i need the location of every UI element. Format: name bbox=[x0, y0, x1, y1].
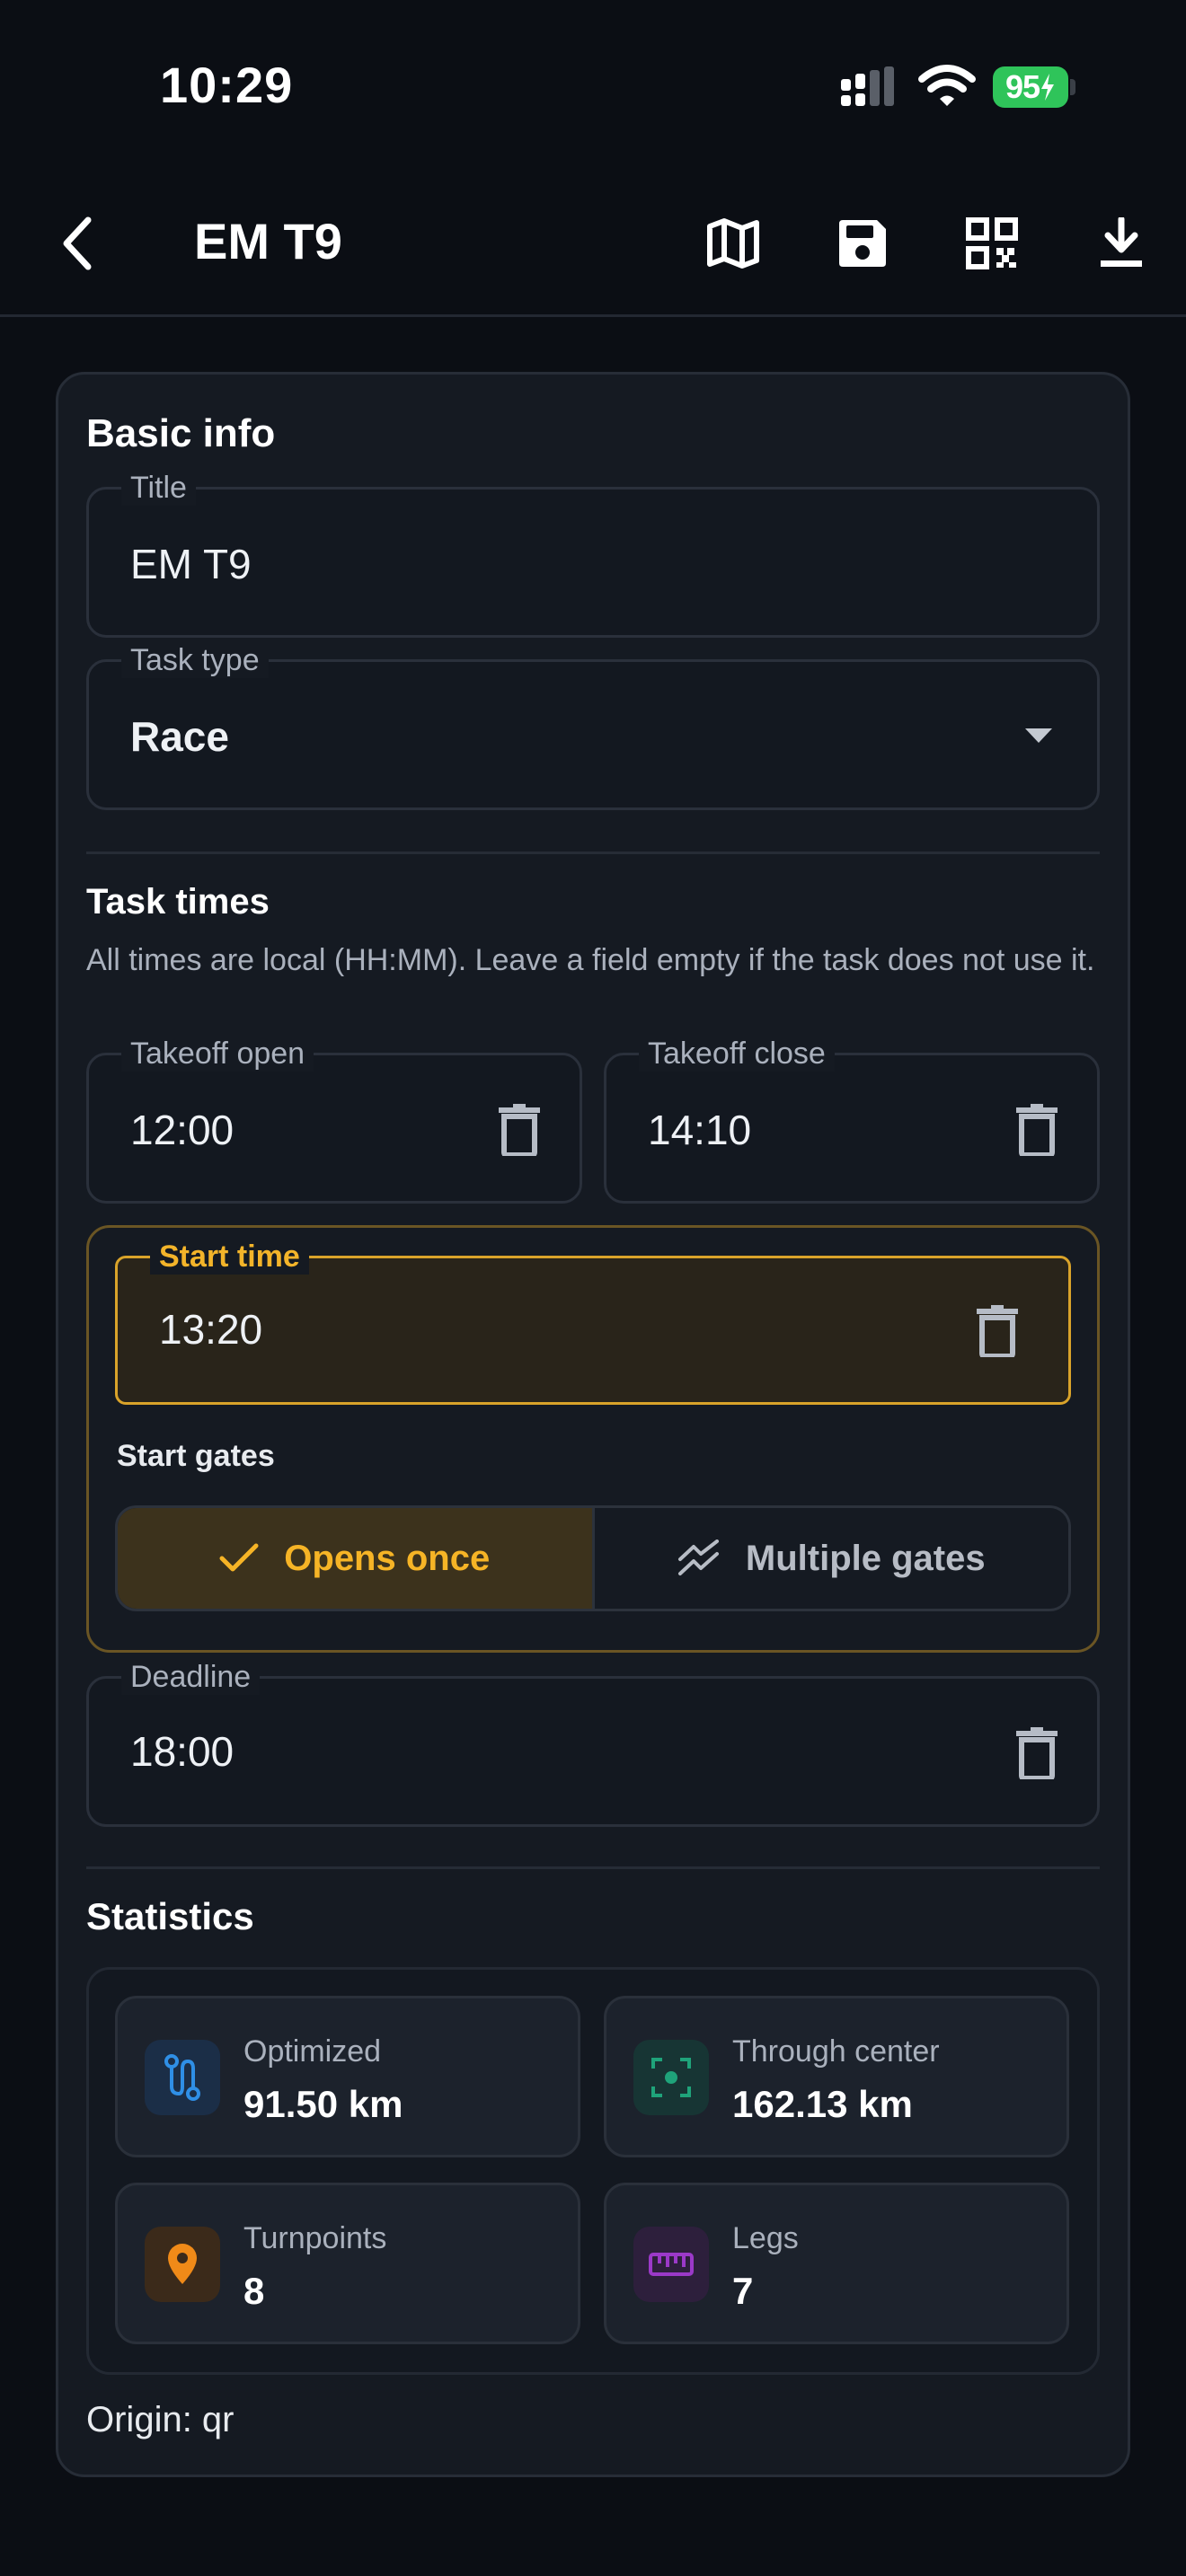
origin-text: Origin: qr bbox=[86, 2400, 235, 2439]
stat-legs: Legs 7 bbox=[604, 2183, 1069, 2344]
task-times-heading: Task times bbox=[86, 882, 270, 922]
stat-through-center-label: Through center bbox=[732, 2034, 940, 2069]
takeoff-close-value: 14:10 bbox=[648, 1107, 752, 1153]
deadline-label: Deadline bbox=[121, 1659, 261, 1695]
page-title: EM T9 bbox=[194, 213, 342, 269]
clear-start-time-trash-icon[interactable] bbox=[975, 1305, 1020, 1357]
start-time-label: Start time bbox=[150, 1239, 309, 1275]
opens-once-option[interactable]: Opens once bbox=[118, 1508, 595, 1609]
takeoff-close-label: Takeoff close bbox=[639, 1036, 835, 1072]
back-arrow-icon bbox=[63, 216, 92, 270]
stat-through-center: Through center 162.13 km bbox=[604, 1996, 1069, 2157]
takeoff-open-label: Takeoff open bbox=[121, 1036, 314, 1072]
task-type-label: Task type bbox=[121, 642, 269, 678]
deadline-value: 18:00 bbox=[130, 1728, 235, 1775]
appbar-divider bbox=[0, 314, 1186, 317]
map-button[interactable] bbox=[701, 212, 766, 275]
start-time-field[interactable]: Start time 13:20 bbox=[115, 1239, 1071, 1405]
battery-level: 95 bbox=[1005, 68, 1040, 105]
title-field-label: Title bbox=[121, 470, 196, 506]
check-icon bbox=[219, 1543, 259, 1572]
statistics-heading: Statistics bbox=[86, 1895, 254, 1937]
qr-code-button[interactable] bbox=[960, 212, 1024, 275]
route-icon bbox=[145, 2040, 220, 2115]
ruler-icon bbox=[633, 2227, 709, 2302]
map-icon bbox=[707, 218, 759, 269]
status-time: 10:29 bbox=[160, 57, 294, 113]
battery-indicator: 95 bbox=[993, 66, 1068, 108]
start-gates-label: Start gates bbox=[117, 1439, 275, 1473]
stat-optimized-value: 91.50 km bbox=[243, 2083, 403, 2125]
section-divider bbox=[86, 1866, 1100, 1869]
stat-turnpoints-value: 8 bbox=[243, 2270, 265, 2312]
stat-legs-label: Legs bbox=[732, 2221, 799, 2255]
start-time-value: 13:20 bbox=[159, 1306, 263, 1353]
basic-info-heading: Basic info bbox=[86, 411, 276, 455]
multiple-gates-option[interactable]: Multiple gates bbox=[594, 1508, 1068, 1609]
save-button[interactable] bbox=[830, 212, 895, 275]
start-gates-toggle: Opens once Multiple gates bbox=[115, 1505, 1071, 1611]
section-divider bbox=[86, 851, 1100, 854]
deadline-field[interactable]: Deadline 18:00 bbox=[86, 1659, 1100, 1827]
dropdown-arrow-icon bbox=[1025, 728, 1052, 743]
task-type-value: Race bbox=[130, 713, 229, 760]
clear-deadline-trash-icon[interactable] bbox=[1014, 1727, 1059, 1779]
back-button[interactable] bbox=[50, 212, 104, 275]
clear-takeoff-open-trash-icon[interactable] bbox=[497, 1104, 542, 1156]
title-field-value: EM T9 bbox=[130, 541, 252, 587]
download-icon bbox=[1101, 217, 1142, 267]
download-button[interactable] bbox=[1089, 212, 1154, 275]
takeoff-close-field[interactable]: Takeoff close 14:10 bbox=[604, 1036, 1100, 1204]
title-field[interactable]: Title EM T9 bbox=[86, 470, 1100, 638]
multiline-chart-icon bbox=[677, 1539, 719, 1575]
stat-legs-value: 7 bbox=[732, 2270, 754, 2312]
battery-cap bbox=[1070, 79, 1075, 95]
takeoff-open-value: 12:00 bbox=[130, 1107, 235, 1153]
save-icon bbox=[839, 220, 886, 267]
stat-turnpoints: Turnpoints 8 bbox=[115, 2183, 580, 2344]
clear-takeoff-close-trash-icon[interactable] bbox=[1014, 1104, 1059, 1156]
center-focus-icon bbox=[633, 2040, 709, 2115]
task-type-select[interactable]: Task type Race bbox=[86, 642, 1100, 810]
qr-code-icon bbox=[966, 217, 1018, 269]
stat-optimized: Optimized 91.50 km bbox=[115, 1996, 580, 2157]
wifi-icon bbox=[918, 63, 976, 108]
opens-once-label: Opens once bbox=[284, 1538, 491, 1578]
stat-through-center-value: 162.13 km bbox=[732, 2083, 913, 2125]
task-times-description: All times are local (HH:MM). Leave a fie… bbox=[86, 943, 1095, 977]
signal-icon bbox=[839, 66, 900, 108]
stat-turnpoints-label: Turnpoints bbox=[243, 2221, 387, 2255]
charging-bolt-icon bbox=[1041, 74, 1055, 101]
location-pin-icon bbox=[145, 2227, 220, 2302]
multiple-gates-label: Multiple gates bbox=[745, 1538, 986, 1578]
stat-optimized-label: Optimized bbox=[243, 2034, 382, 2069]
takeoff-open-field[interactable]: Takeoff open 12:00 bbox=[86, 1036, 582, 1204]
